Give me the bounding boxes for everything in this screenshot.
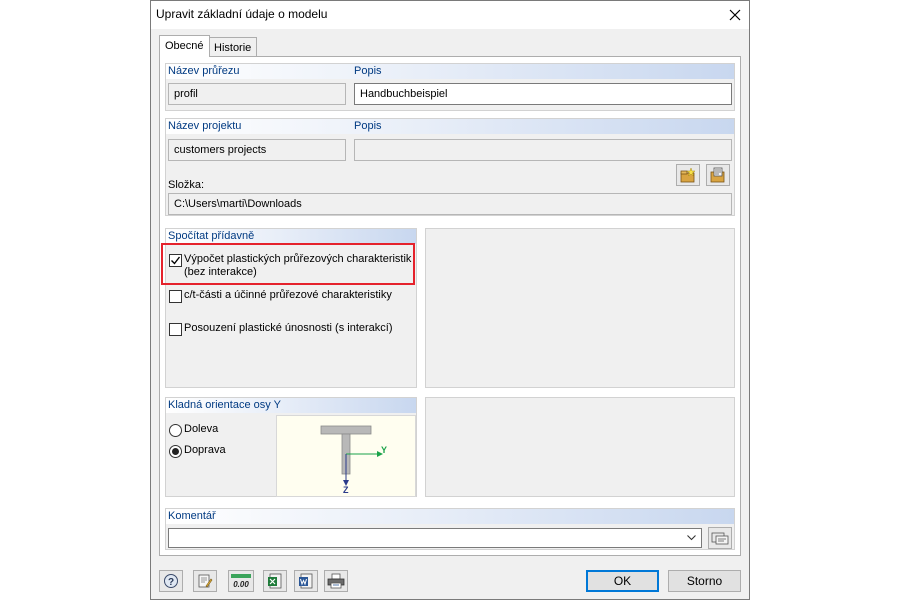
calc-header-label: Spočítat přídavně — [168, 230, 255, 242]
chevron-down-icon[interactable] — [687, 535, 696, 541]
tab-obecne-label: Obecné — [165, 40, 204, 52]
cross-section-desc-label: Popis — [354, 65, 382, 77]
comment-combobox[interactable] — [168, 528, 702, 548]
units-text: 0.00 — [233, 580, 249, 589]
project-group: Název projektu Popis customers projects … — [165, 118, 735, 216]
export-word-button[interactable] — [294, 570, 318, 592]
ok-button[interactable]: OK — [586, 570, 659, 592]
orientation-header-label: Kladná orientace osy Y — [168, 399, 281, 411]
project-name-field[interactable]: customers projects — [168, 139, 346, 161]
dialog-title: Upravit základní údaje o modelu — [156, 7, 328, 21]
tab-historie[interactable]: Historie — [208, 37, 258, 57]
project-desc-field — [354, 139, 732, 161]
cross-section-group: Název průřezu Popis profil Handbuchbeisp… — [165, 63, 735, 111]
title-bar: Upravit základní údaje o modelu — [151, 1, 749, 29]
project-name-label: Název projektu — [168, 120, 242, 132]
info-panel-bottom — [425, 397, 735, 497]
new-project-button[interactable] — [676, 164, 700, 186]
ct-parts-label: c/t-části a účinné průřezové charakteris… — [184, 289, 392, 301]
plastic-properties-label: Výpočet plastických průřezových charakte… — [184, 253, 412, 278]
project-desc-label: Popis — [354, 120, 382, 132]
calc-group: Spočítat přídavně Výpočet plastických pr… — [161, 228, 417, 388]
word-export-icon — [299, 573, 313, 589]
edit-note-icon — [198, 574, 213, 588]
folder-path-field: C:\Users\marti\Downloads — [168, 193, 732, 215]
units-button[interactable]: 0.00 — [228, 570, 254, 592]
checkmark-icon — [171, 256, 181, 265]
export-excel-button[interactable] — [263, 570, 287, 592]
help-icon: ? — [164, 574, 178, 588]
ct-parts-checkbox[interactable] — [169, 290, 182, 303]
plastic-capacity-label: Posouzení plastické únosnosti (s interak… — [184, 322, 393, 334]
help-button[interactable]: ? — [159, 570, 183, 592]
cancel-button-label: Storno — [686, 574, 723, 588]
comment-group: Komentář — [165, 508, 735, 550]
radio-doleva[interactable] — [169, 424, 182, 437]
cancel-button[interactable]: Storno — [668, 570, 741, 592]
plastic-properties-checkbox[interactable] — [169, 254, 182, 267]
edit-button[interactable] — [193, 570, 217, 592]
radio-doprava[interactable] — [169, 445, 182, 458]
close-icon — [729, 9, 741, 21]
orientation-header: Kladná orientace osy Y — [166, 398, 416, 413]
printer-icon — [327, 573, 345, 589]
orientation-group: Kladná orientace osy Y Doleva Doprava Y … — [165, 397, 417, 497]
close-button[interactable] — [723, 3, 747, 27]
cross-section-name-value: profil — [174, 88, 198, 100]
plastic-capacity-checkbox[interactable] — [169, 323, 182, 336]
folder-label: Složka: — [168, 179, 205, 191]
axis-z-label: Z — [343, 485, 349, 495]
units-decimals-icon: 0.00 — [231, 574, 251, 589]
radio-doprava-label: Doprava — [184, 444, 226, 456]
cross-section-name-label: Název průřezu — [168, 65, 240, 77]
comment-header: Komentář — [166, 509, 734, 524]
cross-section-name-field: profil — [168, 83, 346, 105]
svg-text:?: ? — [168, 577, 174, 588]
t-section-axis-diagram — [320, 425, 383, 486]
ok-button-label: OK — [613, 574, 632, 588]
folder-path-value: C:\Users\marti\Downloads — [174, 198, 302, 210]
calc-header: Spočítat přídavně — [166, 229, 416, 244]
comment-header-label: Komentář — [168, 510, 216, 522]
info-panel-top — [425, 228, 735, 388]
radio-doleva-label: Doleva — [184, 423, 219, 435]
tab-historie-label: Historie — [214, 42, 252, 54]
project-header: Název projektu Popis — [166, 119, 734, 134]
cross-section-desc-value: Handbuchbeispiel — [360, 88, 448, 100]
cross-section-desc-input[interactable]: Handbuchbeispiel — [354, 83, 732, 105]
comment-library-button[interactable] — [708, 527, 732, 549]
comment-library-icon — [711, 532, 729, 545]
project-name-value: customers projects — [174, 144, 267, 156]
axis-preview: Y Z — [276, 415, 416, 497]
tab-obecne[interactable]: Obecné — [159, 35, 210, 57]
new-folder-icon — [680, 167, 696, 183]
axis-y-label: Y — [381, 445, 388, 455]
edit-project-button[interactable] — [706, 164, 730, 186]
dialog-window: Upravit základní údaje o modelu Obecné H… — [150, 0, 750, 600]
printout-report-button[interactable] — [324, 570, 348, 592]
excel-export-icon — [268, 573, 282, 589]
folder-edit-icon — [710, 167, 725, 183]
radio-selected-dot — [172, 448, 179, 455]
cross-section-header: Název průřezu Popis — [166, 64, 734, 79]
